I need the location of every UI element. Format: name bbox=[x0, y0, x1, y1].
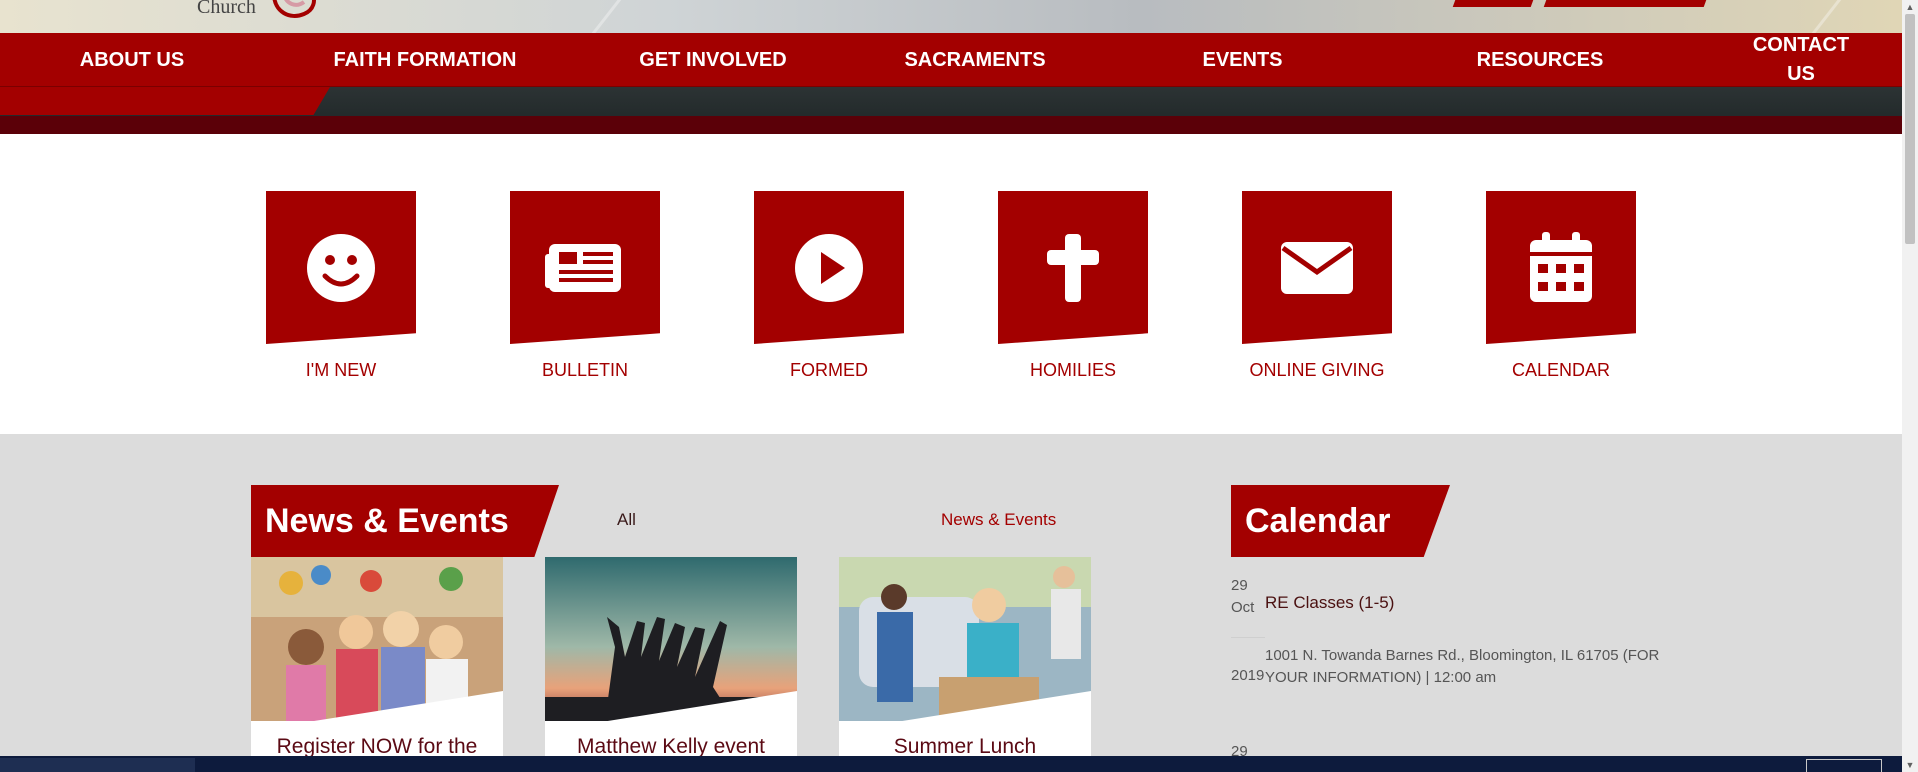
calendar-entry-month: Oct bbox=[1231, 599, 1255, 616]
calendar-entry-year: 2019 bbox=[1231, 667, 1265, 684]
scroll-up-arrow-icon[interactable]: ▲ bbox=[1902, 0, 1918, 14]
quick-link-bulletin[interactable]: BULLETIN bbox=[510, 191, 660, 381]
nav-accent-strip bbox=[0, 87, 330, 115]
page-scrollbar[interactable]: ▲ ▼ bbox=[1902, 0, 1918, 772]
quick-links: I'M NEW BULLETIN FORMED HOMILIES ONLINE … bbox=[0, 134, 1902, 434]
nav-resources[interactable]: RESOURCES bbox=[1470, 33, 1610, 87]
nav-faith-formation[interactable]: FAITH FORMATION bbox=[330, 33, 520, 87]
nav-sacraments[interactable]: SACRAMENTS bbox=[900, 33, 1050, 87]
quick-link-tile[interactable] bbox=[1242, 191, 1392, 344]
calendar-entry-day: 29 bbox=[1231, 577, 1248, 594]
nav-events[interactable]: EVENTS bbox=[1190, 33, 1295, 87]
quick-link-label[interactable]: ONLINE GIVING bbox=[1249, 360, 1384, 381]
quick-link-tile[interactable] bbox=[1486, 191, 1636, 344]
main-navigation: ABOUT US FAITH FORMATION GET INVOLVED SA… bbox=[0, 33, 1902, 87]
play-icon bbox=[795, 233, 863, 302]
news-card[interactable]: Summer Lunch bbox=[839, 557, 1091, 756]
news-card-image[interactable] bbox=[545, 557, 797, 721]
calendar-entry-title[interactable]: RE Classes (1-5) bbox=[1265, 593, 1394, 613]
cross-icon bbox=[1047, 233, 1099, 302]
top-utility-tab[interactable] bbox=[1543, 0, 1707, 7]
smiley-icon bbox=[307, 233, 375, 302]
bottom-bar-button[interactable] bbox=[1806, 759, 1882, 772]
nav-get-involved[interactable]: GET INVOLVED bbox=[638, 33, 788, 87]
nav-about-us[interactable]: ABOUT US bbox=[68, 33, 196, 87]
news-card-title[interactable]: Matthew Kelly event bbox=[545, 735, 797, 756]
quick-link-online-giving[interactable]: ONLINE GIVING bbox=[1242, 191, 1392, 381]
church-wordmark[interactable]: Church bbox=[197, 0, 256, 19]
quick-link-tile[interactable] bbox=[266, 191, 416, 344]
quick-link-homilies[interactable]: HOMILIES bbox=[998, 191, 1148, 381]
filter-all[interactable]: All bbox=[617, 510, 636, 530]
newspaper-icon bbox=[545, 243, 621, 292]
church-logo-icon[interactable] bbox=[270, 0, 322, 22]
quick-link-formed[interactable]: FORMED bbox=[754, 191, 904, 381]
bottom-bar bbox=[0, 756, 1902, 772]
calendar-entry-location: 1001 N. Towanda Barnes Rd., Bloomington,… bbox=[1265, 647, 1660, 686]
quick-link-calendar[interactable]: CALENDAR bbox=[1486, 191, 1636, 381]
news-card[interactable]: Register NOW for the bbox=[251, 557, 503, 756]
news-card-image[interactable] bbox=[839, 557, 1091, 721]
quick-link-tile[interactable] bbox=[510, 191, 660, 344]
news-events-heading: News & Events bbox=[251, 485, 559, 557]
scrollbar-thumb[interactable] bbox=[1905, 14, 1915, 244]
top-utility-tab[interactable] bbox=[1452, 0, 1534, 7]
quick-link-label[interactable]: FORMED bbox=[790, 360, 868, 381]
news-card[interactable]: Matthew Kelly event bbox=[545, 557, 797, 756]
quick-link-im-new[interactable]: I'M NEW bbox=[266, 191, 416, 381]
calendar-entry-divider bbox=[1231, 637, 1265, 638]
news-card-image[interactable] bbox=[251, 557, 503, 721]
calendar-heading: Calendar bbox=[1231, 485, 1450, 557]
calendar-icon bbox=[1530, 231, 1592, 302]
scroll-down-arrow-icon[interactable]: ▼ bbox=[1902, 758, 1918, 772]
envelope-icon bbox=[1281, 241, 1353, 294]
quick-link-tile[interactable] bbox=[998, 191, 1148, 344]
quick-link-label[interactable]: I'M NEW bbox=[306, 360, 376, 381]
bottom-bar-tab[interactable] bbox=[0, 758, 195, 772]
news-card-title[interactable]: Summer Lunch bbox=[839, 735, 1091, 756]
filter-news-events[interactable]: News & Events bbox=[941, 510, 1056, 530]
news-card-title[interactable]: Register NOW for the bbox=[251, 735, 503, 756]
news-calendar-section: News & Events All News & Events Register… bbox=[0, 434, 1902, 760]
quick-link-label[interactable]: HOMILIES bbox=[1030, 360, 1116, 381]
quick-link-tile[interactable] bbox=[754, 191, 904, 344]
nav-contact-us[interactable]: CONTACT US bbox=[1746, 33, 1856, 87]
header-bottom-band bbox=[0, 116, 1902, 134]
quick-link-label[interactable]: CALENDAR bbox=[1512, 360, 1610, 381]
quick-link-label[interactable]: BULLETIN bbox=[542, 360, 628, 381]
